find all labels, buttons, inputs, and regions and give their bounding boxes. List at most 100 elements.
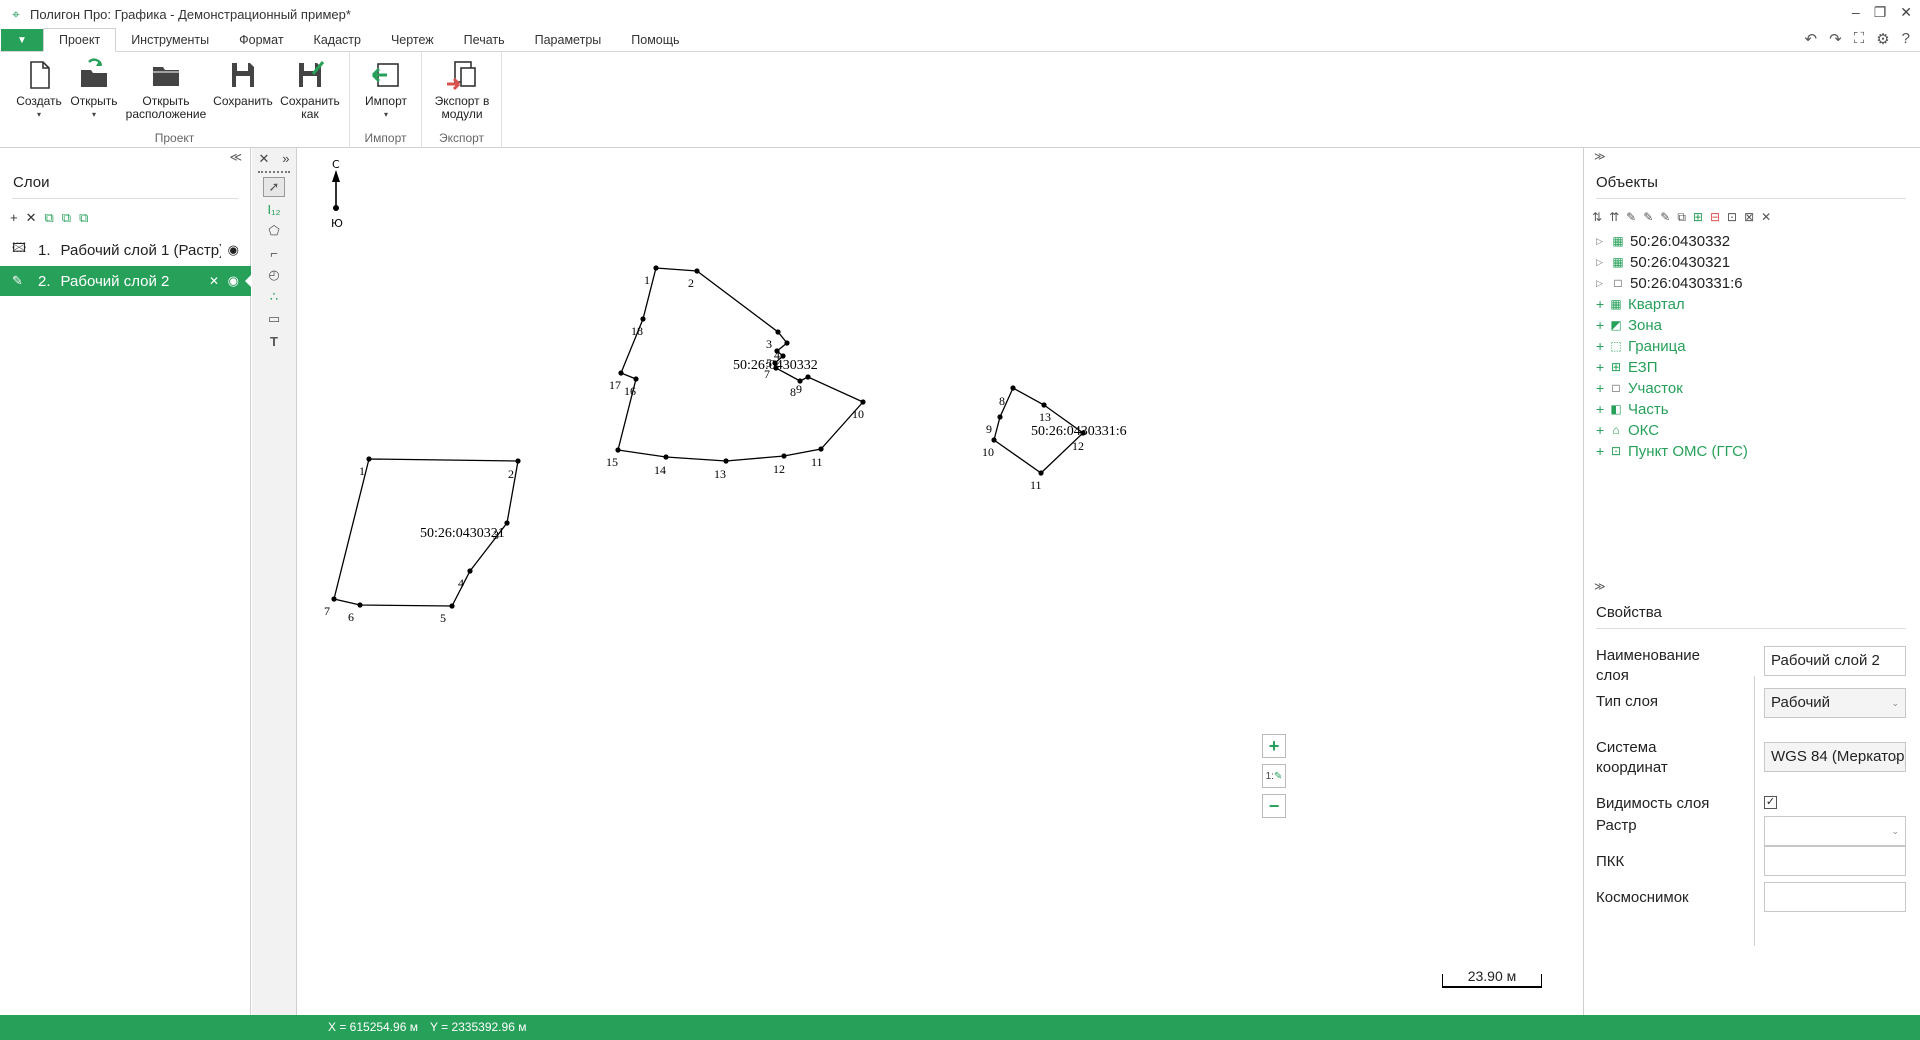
parcels-layer[interactable]: 1 23456750:26:04303211 234578 9101112131415…: [324, 265, 1127, 625]
vertex-point[interactable]: [1041, 402, 1047, 408]
expand-panel-button[interactable]: ≫: [1594, 580, 1606, 593]
tab-drawing[interactable]: Чертеж: [376, 29, 449, 51]
add-object-icon[interactable]: ⊞: [1693, 210, 1703, 225]
numbering-tool-icon[interactable]: I₁₂: [263, 199, 285, 219]
close-button[interactable]: ✕: [1900, 4, 1912, 21]
polyline-tool-icon[interactable]: ⌐: [263, 243, 285, 263]
plus-icon[interactable]: +: [1596, 422, 1608, 438]
raster-select[interactable]: ⌄: [1764, 816, 1906, 846]
sort-icon[interactable]: ⇅: [1592, 210, 1602, 225]
satellite-field[interactable]: [1764, 882, 1906, 912]
export-to-modules-button[interactable]: Экспорт в модули: [428, 58, 496, 121]
crs-select[interactable]: WGS 84 (Меркатор) ⌄: [1764, 742, 1906, 772]
vertex-point[interactable]: [775, 329, 781, 335]
collapse-panel-button[interactable]: ≪: [229, 150, 242, 164]
layer-item[interactable]: 🖾 1. Рабочий слой 1 (Растр) ◉: [0, 235, 251, 265]
import-button[interactable]: Импорт ▾: [360, 58, 412, 121]
plus-icon[interactable]: +: [1596, 317, 1608, 333]
tab-help[interactable]: Помощь: [616, 29, 694, 51]
vertex-point[interactable]: [1010, 385, 1016, 391]
zoom-in-button[interactable]: +: [1262, 734, 1286, 758]
edit-vertices-icon[interactable]: ✎: [1643, 210, 1653, 225]
visibility-checkbox[interactable]: ✓: [1764, 796, 1777, 809]
map-canvas[interactable]: С Ю 1 2 3 4 5 6 7 50:26:0430321 1 2 3 4 5 7 8 9 10 11 12 13…: [298, 148, 1582, 1015]
plus-icon[interactable]: +: [1596, 338, 1608, 354]
restore-button[interactable]: ❐: [1874, 4, 1887, 21]
vertex-point[interactable]: [615, 447, 621, 453]
zoom-scale-button[interactable]: 1: ✎: [1262, 764, 1286, 788]
circle-tool-icon[interactable]: ◴: [263, 265, 285, 285]
point-tool-icon[interactable]: ∴: [263, 287, 285, 307]
vertex-point[interactable]: [991, 437, 997, 443]
plus-icon[interactable]: +: [1596, 443, 1608, 459]
vertex-point[interactable]: [997, 414, 1003, 420]
close-icon[interactable]: ✕: [209, 274, 219, 288]
expand-triangle-icon[interactable]: ▷: [1596, 236, 1610, 247]
eye-icon[interactable]: ◉: [228, 273, 239, 289]
add-layer-icon[interactable]: +: [10, 210, 18, 226]
vertex-point[interactable]: [504, 520, 510, 526]
layer-name-input[interactable]: Рабочий слой 2: [1764, 646, 1906, 676]
vertex-point[interactable]: [818, 446, 824, 452]
open-location-button[interactable]: Открыть расположение: [124, 58, 208, 121]
undo-icon[interactable]: ↶: [1805, 30, 1818, 48]
tab-format[interactable]: Формат: [224, 29, 298, 51]
close-icon[interactable]: ✕: [258, 151, 269, 167]
tab-print[interactable]: Печать: [449, 29, 520, 51]
copy-layer-icon[interactable]: ⧉: [45, 210, 54, 226]
save-button[interactable]: Сохранить: [212, 58, 274, 108]
sort-up-icon[interactable]: ⇈: [1609, 210, 1619, 225]
remove-object-icon[interactable]: ⊟: [1710, 210, 1720, 225]
create-button[interactable]: Создать ▾: [14, 58, 64, 121]
plus-icon[interactable]: +: [1596, 296, 1608, 312]
save-as-button[interactable]: Сохранить как: [278, 58, 342, 121]
duplicate-layer-icon[interactable]: ⧉: [79, 210, 88, 226]
close-icon[interactable]: ✕: [1761, 210, 1771, 225]
fullscreen-icon[interactable]: ⛶: [1854, 30, 1865, 48]
edit-icon[interactable]: ✎: [1626, 210, 1636, 225]
vertex-point[interactable]: [357, 602, 363, 608]
vertex-point[interactable]: [449, 603, 455, 609]
delete-layer-icon[interactable]: ✕: [26, 210, 37, 226]
vertex-point[interactable]: [653, 265, 659, 271]
copy-icon[interactable]: ⧉: [1677, 210, 1686, 225]
vertex-point[interactable]: [366, 456, 372, 462]
vertex-point[interactable]: [805, 374, 811, 380]
vertex-point[interactable]: [663, 454, 669, 460]
rectangle-tool-icon[interactable]: ▭: [263, 309, 285, 329]
tab-project[interactable]: Проект: [43, 28, 117, 52]
layer-type-select[interactable]: Рабочий ⌄: [1764, 688, 1906, 718]
vertex-point[interactable]: [781, 453, 787, 459]
vertex-point[interactable]: [515, 458, 521, 464]
pkk-field[interactable]: [1764, 846, 1906, 876]
vertex-point[interactable]: [860, 399, 866, 405]
edit-shape-icon[interactable]: ✎: [1660, 210, 1670, 225]
polygon-tool-icon[interactable]: ⬠: [263, 221, 285, 241]
parcel-50-26-0430321[interactable]: 1 23456750:26:0430321: [324, 456, 521, 625]
vertex-point[interactable]: [640, 316, 646, 322]
merge-layer-icon[interactable]: ⧉: [62, 210, 71, 226]
redo-icon[interactable]: ↷: [1829, 30, 1842, 48]
expand-triangle-icon[interactable]: ▷: [1596, 257, 1610, 268]
open-button[interactable]: Открыть ▾: [68, 58, 120, 121]
parcel-50-26-0430331-6[interactable]: 8 13 12 11 10 9 50:26:0430331:6: [982, 385, 1127, 492]
ungroup-icon[interactable]: ⊠: [1744, 210, 1754, 225]
help-icon[interactable]: ?: [1902, 30, 1910, 48]
expand-triangle-icon[interactable]: ▷: [1596, 278, 1610, 289]
vertex-point[interactable]: [618, 370, 624, 376]
select-tool-icon[interactable]: ➚: [263, 177, 285, 197]
settings-icon[interactable]: ⚙: [1876, 30, 1889, 48]
vertex-point[interactable]: [467, 568, 473, 574]
plus-icon[interactable]: +: [1596, 359, 1608, 375]
vertex-point[interactable]: [331, 596, 337, 602]
minimize-button[interactable]: –: [1852, 4, 1860, 21]
expand-icon[interactable]: »: [282, 151, 289, 167]
tab-parameters[interactable]: Параметры: [520, 29, 617, 51]
expand-panel-button[interactable]: ≫: [1594, 150, 1606, 163]
vertex-point[interactable]: [784, 340, 790, 346]
text-tool-icon[interactable]: T: [263, 331, 285, 351]
map-drawing[interactable]: С Ю 1 23456750:26:04303211 234578 910111213…: [298, 148, 1582, 1015]
plus-icon[interactable]: +: [1596, 380, 1608, 396]
vertex-point[interactable]: [1038, 470, 1044, 476]
plus-icon[interactable]: +: [1596, 401, 1608, 417]
